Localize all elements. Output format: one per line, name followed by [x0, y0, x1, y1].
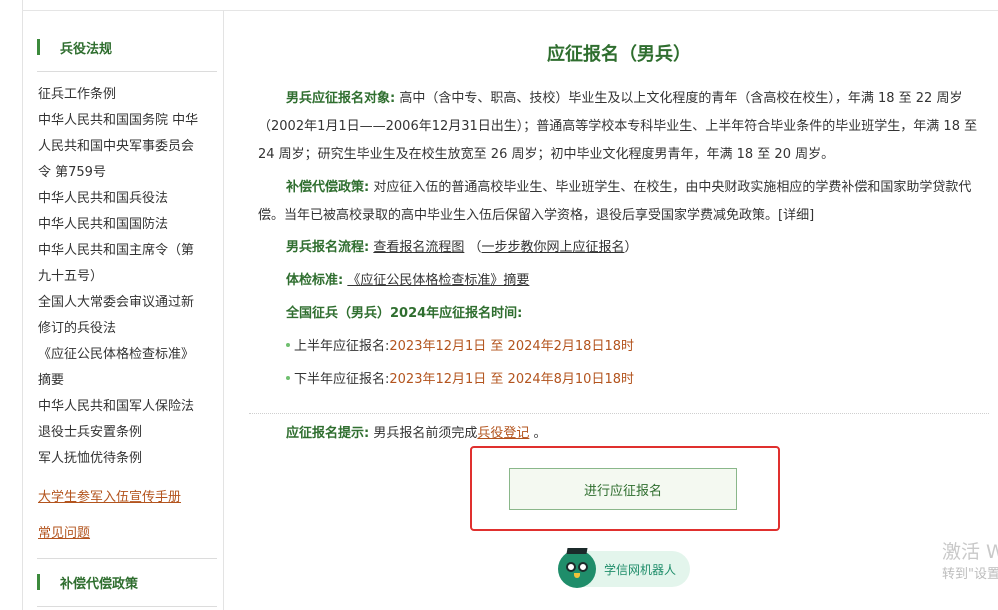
standard-row: 体检标准: 《应征公民体格检查标准》摘要	[286, 271, 529, 291]
dotted-divider	[249, 413, 989, 414]
sidebar-item[interactable]: 中华人民共和国军人保险法	[38, 394, 218, 420]
sidebar-item[interactable]: 中华人民共和国兵役法	[38, 186, 218, 212]
activation-watermark: 激活 W	[942, 541, 998, 563]
sidebar-section-title: 补偿代偿政策	[60, 576, 139, 592]
sidebar-item[interactable]: 人民共和国中央军事委员会	[38, 134, 218, 160]
sidebar: 兵役法规 征兵工作条例 中华人民共和国国务院 中华 人民共和国中央军事委员会 令…	[23, 10, 224, 610]
sidebar-divider	[37, 71, 217, 72]
sidebar-faq-link[interactable]: 常见问题	[38, 522, 90, 541]
section-marker	[37, 39, 40, 55]
bullet-icon	[286, 375, 290, 380]
tip-row: 应征报名提示: 男兵报名前须完成兵役登记 。	[286, 424, 547, 444]
activation-watermark-sub: 转到"设置	[942, 567, 998, 582]
compensation-label: 补偿代偿政策:	[286, 180, 370, 195]
tip-label: 应征报名提示:	[286, 426, 370, 441]
sidebar-section-compensation: 补偿代偿政策	[37, 573, 139, 592]
tip-end: 。	[529, 426, 547, 441]
schedule-heading: 全国征兵（男兵）2024年应征报名时间:	[286, 304, 522, 324]
second-half-time: 2023年12月1日 至 2024年8月10日18时	[389, 372, 634, 387]
robot-assistant-button[interactable]: 学信网机器人	[558, 548, 690, 588]
page-title: 应征报名（男兵）	[547, 44, 691, 65]
standard-label: 体检标准:	[286, 273, 344, 288]
physical-standard-link[interactable]: 《应征公民体格检查标准》摘要	[347, 273, 529, 288]
sidebar-item[interactable]: 军人抚恤优待条例	[38, 446, 218, 472]
process-row: 男兵报名流程: 查看报名流程图 （一步步教你网上应征报名）	[286, 238, 638, 258]
compensation-paragraph: 补偿代偿政策: 对应征入伍的普通高校毕业生、毕业班学生、在校生，由中央财政实施相…	[258, 174, 983, 230]
first-half-label: 上半年应征报名:	[294, 339, 390, 354]
sidebar-item[interactable]: 摘要	[38, 368, 218, 394]
process-chart-link[interactable]: 查看报名流程图	[373, 240, 464, 255]
sidebar-section-title: 兵役法规	[60, 41, 113, 57]
owl-robot-icon	[558, 548, 596, 588]
second-half-label: 下半年应征报名:	[294, 372, 390, 387]
sidebar-item[interactable]: 退役士兵安置条例	[38, 420, 218, 446]
online-apply-guide-link[interactable]: 一步步教你网上应征报名	[482, 240, 625, 255]
sidebar-handbook-link[interactable]: 大学生参军入伍宣传手册	[38, 486, 181, 505]
sidebar-divider	[37, 606, 217, 607]
sidebar-item[interactable]: 征兵工作条例	[38, 82, 218, 108]
schedule-heading-text: 全国征兵（男兵）2024年应征报名时间:	[286, 306, 523, 321]
bullet-icon	[286, 342, 290, 347]
sidebar-item[interactable]: 令 第759号	[38, 160, 218, 186]
paren-open: （	[468, 240, 482, 255]
process-label: 男兵报名流程:	[286, 240, 370, 255]
sidebar-law-list: 征兵工作条例 中华人民共和国国务院 中华 人民共和国中央军事委员会 令 第759…	[38, 82, 218, 472]
military-registration-link[interactable]: 兵役登记	[477, 426, 529, 441]
policy-detail-link[interactable]: [详细]	[778, 208, 814, 223]
sidebar-item[interactable]: 中华人民共和国国防法	[38, 212, 218, 238]
first-half-row: 上半年应征报名:2023年12月1日 至 2024年2月18日18时	[286, 337, 634, 357]
eligibility-paragraph: 男兵应征报名对象: 高中（含中专、职高、技校）毕业生及以上文化程度的青年（含高校…	[258, 85, 983, 169]
sidebar-item[interactable]: 中华人民共和国国务院 中华	[38, 108, 218, 134]
sidebar-item[interactable]: 修订的兵役法	[38, 316, 218, 342]
eligibility-label: 男兵应征报名对象:	[286, 91, 396, 106]
sidebar-section-military-law: 兵役法规	[37, 38, 113, 57]
sidebar-divider	[37, 558, 217, 559]
sidebar-item[interactable]: 《应征公民体格检查标准》	[38, 342, 218, 368]
second-half-row: 下半年应征报名:2023年12月1日 至 2024年8月10日18时	[286, 370, 634, 390]
first-half-time: 2023年12月1日 至 2024年2月18日18时	[389, 339, 634, 354]
robot-label: 学信网机器人	[604, 562, 677, 577]
tip-text: 男兵报名前须完成	[369, 426, 478, 441]
sidebar-item[interactable]: 中华人民共和国主席令（第	[38, 238, 218, 264]
apply-enlistment-button[interactable]: 进行应征报名	[509, 468, 737, 510]
sidebar-item[interactable]: 九十五号）	[38, 264, 218, 290]
section-marker	[37, 574, 40, 590]
sidebar-item[interactable]: 全国人大常委会审议通过新	[38, 290, 218, 316]
paren-close: ）	[624, 240, 638, 255]
